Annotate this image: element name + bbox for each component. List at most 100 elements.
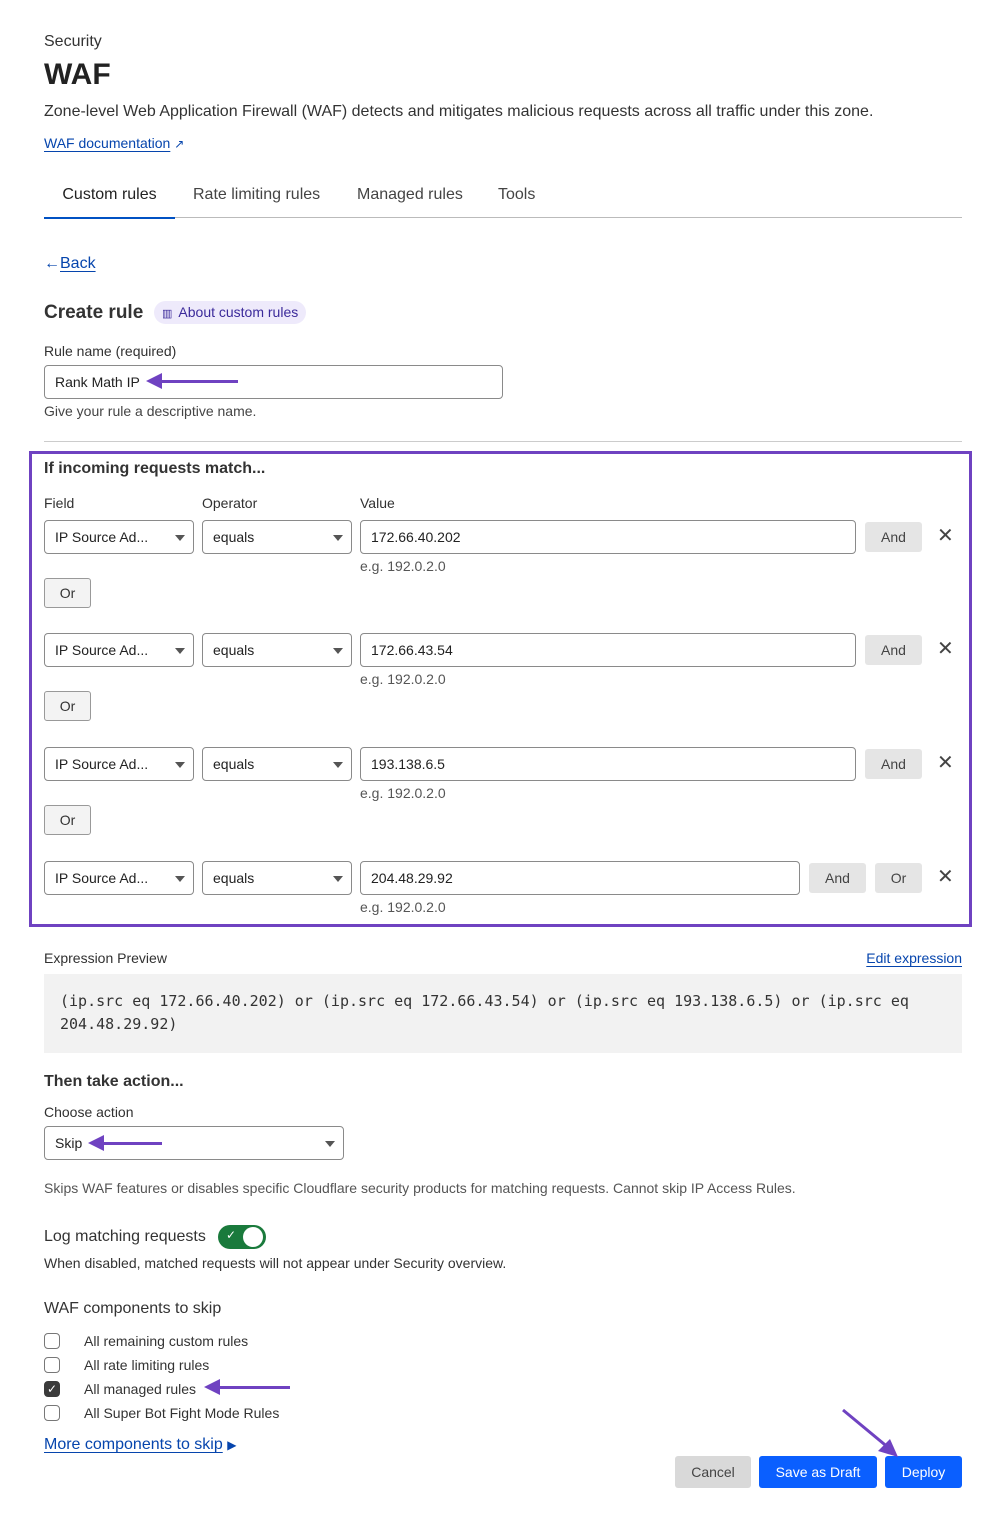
page-description: Zone-level Web Application Firewall (WAF…	[44, 103, 874, 120]
page-title: WAF	[44, 58, 111, 91]
tab-custom-rules[interactable]: Custom rules	[44, 186, 175, 219]
field-select[interactable]: IP Source Ad...	[44, 861, 194, 895]
caret-down-icon	[175, 535, 185, 541]
value-column-label: Value	[360, 495, 395, 511]
caret-down-icon	[175, 762, 185, 768]
caret-down-icon	[325, 1141, 335, 1147]
operator-select[interactable]: equals	[202, 747, 352, 781]
skip-checkbox-label: All Super Bot Fight Mode Rules	[84, 1405, 280, 1421]
check-icon: ✓	[46, 1382, 58, 1396]
annotation-arrow	[204, 1379, 290, 1395]
caret-down-icon	[333, 535, 343, 541]
section-label: Security	[44, 33, 102, 50]
action-help: Skips WAF features or disables specific …	[44, 1180, 796, 1196]
or-button[interactable]: Or	[875, 863, 922, 893]
action-title: Then take action...	[44, 1073, 184, 1090]
save-draft-button[interactable]: Save as Draft	[759, 1456, 877, 1488]
value-input[interactable]: 204.48.29.92	[360, 861, 800, 895]
annotation-arrow	[88, 1135, 162, 1151]
value-hint: e.g. 192.0.2.0	[360, 899, 446, 915]
or-button[interactable]: Or	[44, 805, 91, 835]
skip-checkbox-label: All remaining custom rules	[84, 1333, 249, 1349]
or-button[interactable]: Or	[44, 578, 91, 608]
caret-down-icon	[175, 876, 185, 882]
external-link-icon: ↗	[174, 137, 185, 151]
back-link[interactable]: ←Back	[44, 255, 96, 273]
tab-tools[interactable]: Tools	[498, 186, 535, 204]
edit-expression-link[interactable]: Edit expression	[866, 950, 962, 966]
skip-checkbox[interactable]	[44, 1333, 60, 1349]
back-text: Back	[60, 255, 96, 272]
caret-down-icon	[175, 648, 185, 654]
operator-select[interactable]: equals	[202, 861, 352, 895]
value-hint: e.g. 192.0.2.0	[360, 785, 446, 801]
caret-down-icon	[333, 762, 343, 768]
log-label: Log matching requests	[44, 1228, 206, 1245]
field-value: IP Source Ad...	[55, 642, 149, 658]
close-icon[interactable]: ✕	[937, 639, 954, 659]
field-column-label: Field	[44, 495, 75, 511]
caret-down-icon	[333, 876, 343, 882]
check-icon: ✓	[226, 1228, 237, 1242]
annotation-arrow	[842, 1408, 898, 1457]
value-input[interactable]: 172.66.43.54	[360, 633, 856, 667]
match-title: If incoming requests match...	[44, 460, 266, 477]
operator-select[interactable]: equals	[202, 520, 352, 554]
tabs-divider	[44, 217, 962, 218]
skip-checkbox[interactable]: ✓	[44, 1381, 60, 1397]
field-value: IP Source Ad...	[55, 529, 149, 545]
skip-checkbox[interactable]	[44, 1357, 60, 1373]
operator-value: equals	[213, 756, 255, 772]
more-components-link[interactable]: More components to skip ▶	[44, 1436, 236, 1454]
expression-preview-label: Expression Preview	[44, 950, 167, 966]
cancel-button[interactable]: Cancel	[675, 1456, 751, 1488]
operator-select[interactable]: equals	[202, 633, 352, 667]
operator-value: equals	[213, 870, 255, 886]
operator-value: equals	[213, 529, 255, 545]
rule-name-label: Rule name (required)	[44, 343, 177, 359]
operator-value: equals	[213, 642, 255, 658]
and-button[interactable]: And	[865, 522, 922, 552]
close-icon[interactable]: ✕	[937, 867, 954, 887]
log-toggle[interactable]: ✓	[218, 1225, 266, 1249]
rule-name-input[interactable]: Rank Math IP	[44, 365, 503, 399]
book-icon: ▥	[162, 308, 173, 320]
log-help: When disabled, matched requests will not…	[44, 1255, 507, 1271]
or-button[interactable]: Or	[44, 691, 91, 721]
divider	[44, 441, 962, 442]
caret-right-icon: ▶	[227, 1438, 237, 1452]
value-input[interactable]: 172.66.40.202	[360, 520, 856, 554]
expression-preview: (ip.src eq 172.66.40.202) or (ip.src eq …	[44, 974, 962, 1053]
skip-checkbox-label: All rate limiting rules	[84, 1357, 210, 1373]
and-button[interactable]: And	[865, 635, 922, 665]
waf-doc-link[interactable]: WAF documentation ↗	[44, 135, 184, 151]
field-select[interactable]: IP Source Ad...	[44, 747, 194, 781]
and-button[interactable]: And	[865, 749, 922, 779]
value-hint: e.g. 192.0.2.0	[360, 558, 446, 574]
deploy-button[interactable]: Deploy	[885, 1456, 962, 1488]
close-icon[interactable]: ✕	[937, 526, 954, 546]
field-select[interactable]: IP Source Ad...	[44, 520, 194, 554]
tab-managed-rules[interactable]: Managed rules	[357, 186, 463, 204]
tab-rate-limiting-rules[interactable]: Rate limiting rules	[193, 186, 320, 204]
annotation-arrow	[146, 373, 238, 389]
and-button[interactable]: And	[809, 863, 866, 893]
skip-checkbox[interactable]	[44, 1405, 60, 1421]
choose-action-label: Choose action	[44, 1104, 134, 1120]
field-value: IP Source Ad...	[55, 870, 149, 886]
value-hint: e.g. 192.0.2.0	[360, 671, 446, 687]
toggle-knob	[243, 1227, 263, 1247]
field-value: IP Source Ad...	[55, 756, 149, 772]
doc-link-text: WAF documentation	[44, 135, 171, 151]
action-value: Skip	[55, 1135, 83, 1151]
about-text: About custom rules	[178, 304, 299, 320]
close-icon[interactable]: ✕	[937, 753, 954, 773]
field-select[interactable]: IP Source Ad...	[44, 633, 194, 667]
more-text: More components to skip	[44, 1436, 223, 1453]
arrow-left-icon: ←	[44, 255, 60, 272]
caret-down-icon	[333, 648, 343, 654]
skip-checkbox-label: All managed rules	[84, 1381, 197, 1397]
create-rule-title: Create rule	[44, 302, 144, 323]
value-input[interactable]: 193.138.6.5	[360, 747, 856, 781]
about-custom-rules-link[interactable]: ▥ About custom rules	[154, 301, 307, 324]
